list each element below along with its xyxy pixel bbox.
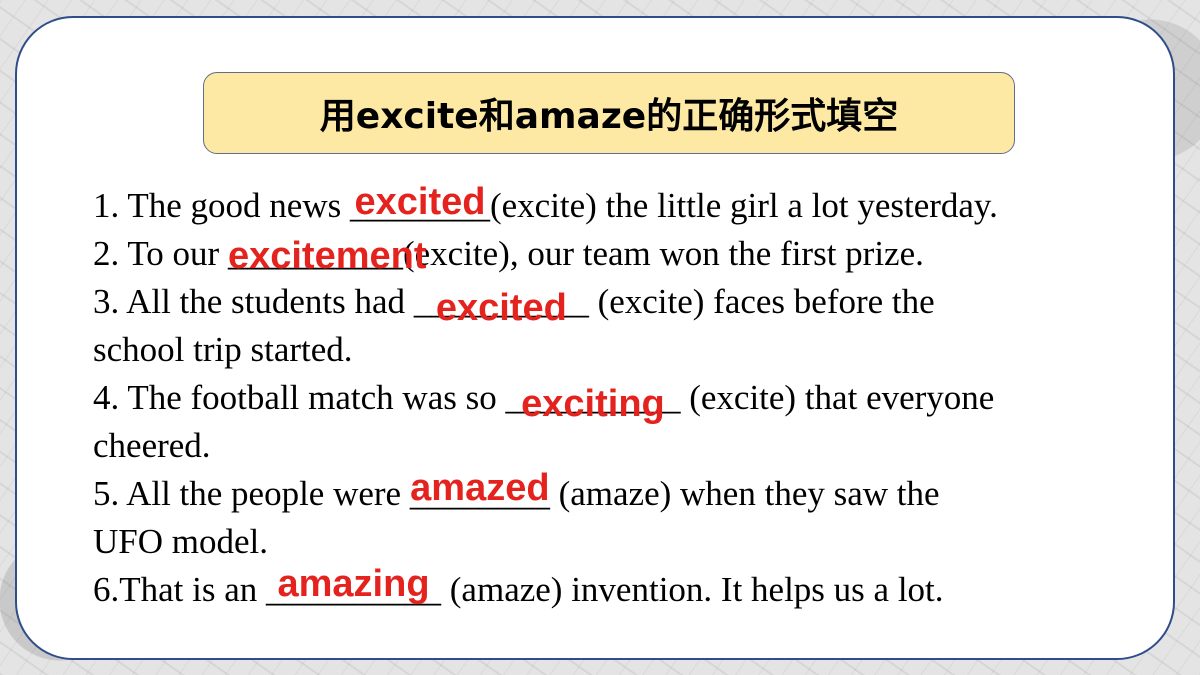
page-title: 用excite和amaze的正确形式填空 xyxy=(319,96,899,137)
question-1: 1. The good news ________ excited (excite)… xyxy=(93,182,1153,230)
title-banner: 用excite和amaze的正确形式填空 xyxy=(203,72,1015,154)
question-5-continued: UFO model. xyxy=(93,518,1153,566)
question-text: school trip started. xyxy=(93,330,353,369)
answer-blank: __________ amazing xyxy=(266,563,442,609)
question-text: (excite), our team won the first prize. xyxy=(402,234,924,273)
question-4-continued: cheered. xyxy=(93,422,1153,470)
question-text: (excite) faces before the xyxy=(588,282,935,321)
question-2: 2. To our __________ excitement (excite), … xyxy=(93,230,1153,278)
question-text: 1. The good news xyxy=(93,186,350,225)
question-text: (excite) that everyone xyxy=(680,378,995,417)
answer-text: exciting xyxy=(521,383,665,425)
answer-text: excitement xyxy=(227,235,427,277)
answer-blank: __________ excitement xyxy=(227,234,427,277)
question-text: (amaze) when they saw the xyxy=(549,474,940,513)
question-text: (amaze) invention. It helps us a lot. xyxy=(441,570,944,609)
answer-text: excited xyxy=(435,287,567,329)
question-text: (excite) the little girl a lot yesterday… xyxy=(489,186,998,225)
question-text: UFO model. xyxy=(93,522,268,561)
question-text: 6.That is an xyxy=(93,570,267,609)
question-text: cheered. xyxy=(93,426,211,465)
question-6: 6.That is an __________ amazing (amaze) i… xyxy=(93,563,1153,614)
answer-blank: ________ excited xyxy=(349,181,490,225)
answer-text: amazing xyxy=(277,563,430,605)
question-3: 3. All the students had __________ excite… xyxy=(93,278,1153,329)
question-text: 5. All the people were xyxy=(93,474,410,513)
question-text: 3. All the students had xyxy=(93,282,414,321)
question-text: 2. To our xyxy=(93,234,228,273)
answer-text: excited xyxy=(354,181,486,223)
answer-text: amazed xyxy=(410,467,550,509)
question-text: 4. The football match was so xyxy=(93,378,506,417)
answer-blank: ________ amazed xyxy=(409,467,550,513)
answer-blank: __________ excited xyxy=(413,282,589,329)
question-4: 4. The football match was so __________ e… xyxy=(93,374,1153,425)
question-3-continued: school trip started. xyxy=(93,326,1153,374)
answer-blank: __________ exciting xyxy=(505,378,681,425)
question-5: 5. All the people were ________ amazed (a… xyxy=(93,467,1153,518)
